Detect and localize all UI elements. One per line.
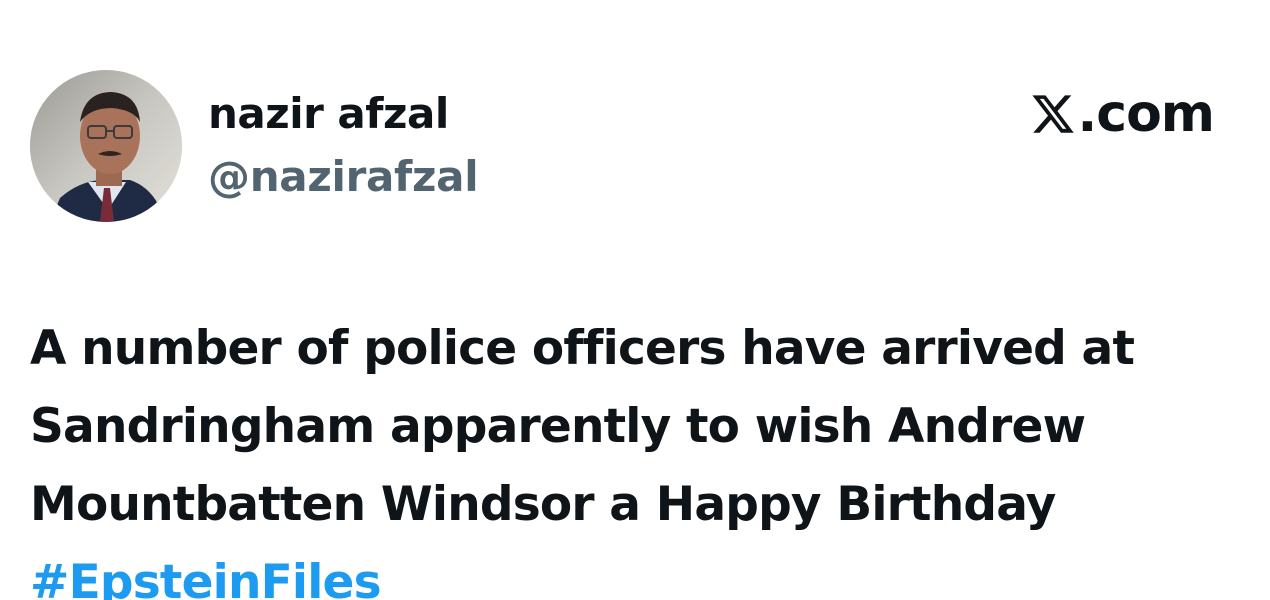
tweet-line: Mountbatten Windsor a Happy Birthday — [30, 477, 1056, 532]
avatar[interactable] — [30, 70, 182, 222]
author-display-name[interactable]: nazir afzal — [208, 89, 449, 138]
author-handle[interactable]: @nazirafzal — [208, 152, 479, 201]
brand-logo: .com — [1030, 88, 1215, 140]
avatar-photo-icon — [30, 70, 182, 222]
tweet-body: A number of police officers have arrived… — [30, 310, 1260, 600]
tweet-line: A number of police officers have arrived… — [30, 321, 1135, 376]
brand-domain-suffix: .com — [1077, 84, 1215, 144]
tweet-line: Sandringham apparently to wish Andrew — [30, 399, 1086, 454]
hashtag-link[interactable]: #EpsteinFiles — [30, 544, 1260, 600]
x-logo-icon — [1030, 91, 1076, 137]
tweet-screenshot: nazir afzal @nazirafzal .com A number of… — [0, 0, 1270, 600]
